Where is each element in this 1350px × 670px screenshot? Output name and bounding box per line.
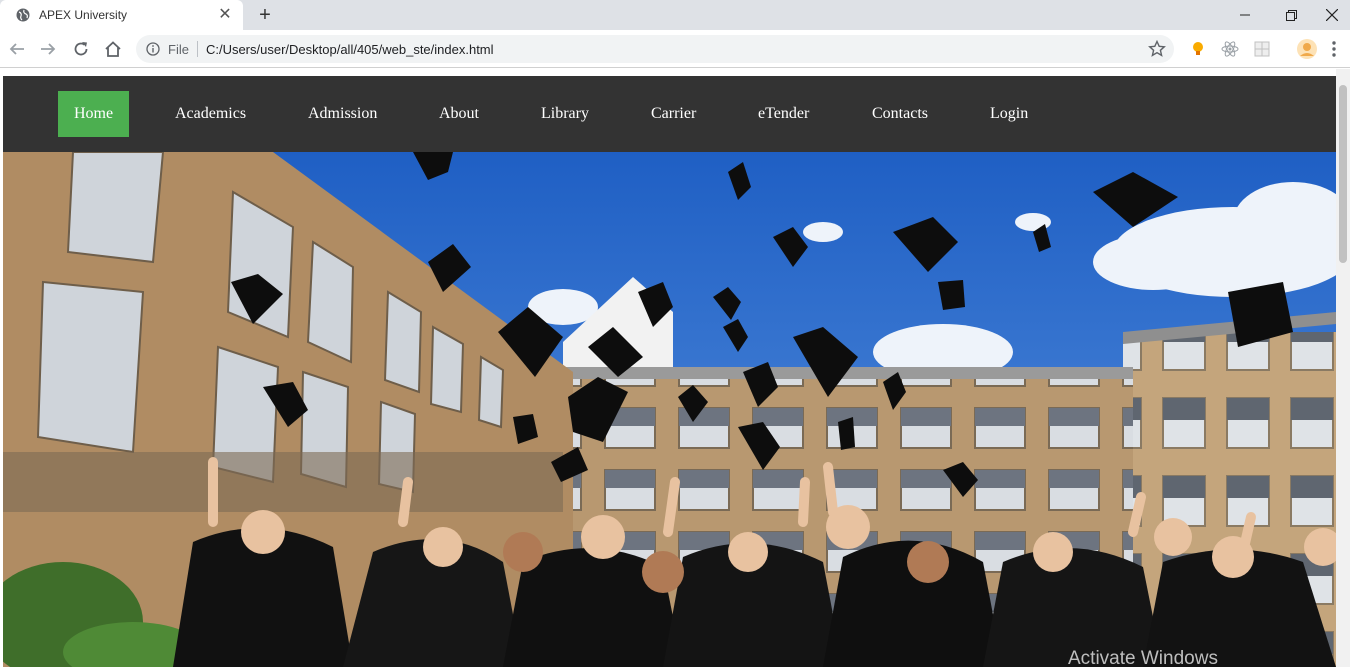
info-icon[interactable] (146, 42, 160, 56)
forward-arrow-icon (41, 43, 56, 55)
tab-strip: APEX University ✕ + (0, 0, 1350, 30)
nav-library[interactable]: Library (525, 91, 605, 137)
profile-avatar-icon[interactable] (1296, 38, 1318, 60)
url-separator (196, 41, 198, 57)
nav-contacts[interactable]: Contacts (856, 91, 944, 137)
reload-icon (74, 42, 88, 56)
home-button[interactable] (100, 36, 126, 62)
reload-button[interactable] (68, 36, 94, 62)
hero-graduation-image (3, 152, 1336, 667)
bookmark-star-icon[interactable] (1148, 40, 1166, 58)
restore-button[interactable] (1268, 0, 1314, 30)
close-tab-icon[interactable]: ✕ (217, 7, 233, 23)
page-viewport: Home Academics Admission About Library C… (0, 69, 1350, 667)
browser-tab[interactable]: APEX University ✕ (0, 0, 243, 30)
bulb-extension-icon[interactable] (1189, 40, 1207, 58)
minimize-button[interactable] (1222, 0, 1268, 30)
nav-about[interactable]: About (423, 91, 495, 137)
nav-home[interactable]: Home (58, 91, 130, 137)
back-arrow-icon (9, 43, 24, 55)
tab-title: APEX University (39, 8, 128, 22)
grid-extension-icon[interactable] (1253, 40, 1271, 58)
nav-carrier[interactable]: Carrier (635, 91, 712, 137)
url-scheme: File (168, 41, 189, 57)
scrollbar-thumb[interactable] (1339, 85, 1347, 263)
address-bar[interactable]: File C:/Users/user/Desktop/all/405/web_s… (136, 35, 1174, 63)
globe-icon (16, 8, 30, 22)
nav-etender[interactable]: eTender (742, 91, 825, 137)
site-navbar: Home Academics Admission About Library C… (3, 76, 1336, 152)
web-page: Home Academics Admission About Library C… (3, 76, 1336, 667)
react-extension-icon[interactable] (1221, 40, 1239, 58)
kebab-menu-icon[interactable] (1330, 40, 1338, 58)
nav-academics[interactable]: Academics (159, 91, 262, 137)
back-button[interactable] (4, 36, 30, 62)
browser-toolbar: File C:/Users/user/Desktop/all/405/web_s… (0, 30, 1350, 68)
new-tab-button[interactable]: + (254, 4, 276, 26)
url-text[interactable]: C:/Users/user/Desktop/all/405/web_ste/in… (206, 42, 494, 57)
forward-button[interactable] (35, 36, 61, 62)
page-scrollbar[interactable] (1336, 69, 1350, 667)
nav-login[interactable]: Login (974, 91, 1044, 137)
home-icon (105, 41, 121, 57)
close-window-button[interactable] (1314, 0, 1350, 30)
nav-admission[interactable]: Admission (292, 91, 393, 137)
